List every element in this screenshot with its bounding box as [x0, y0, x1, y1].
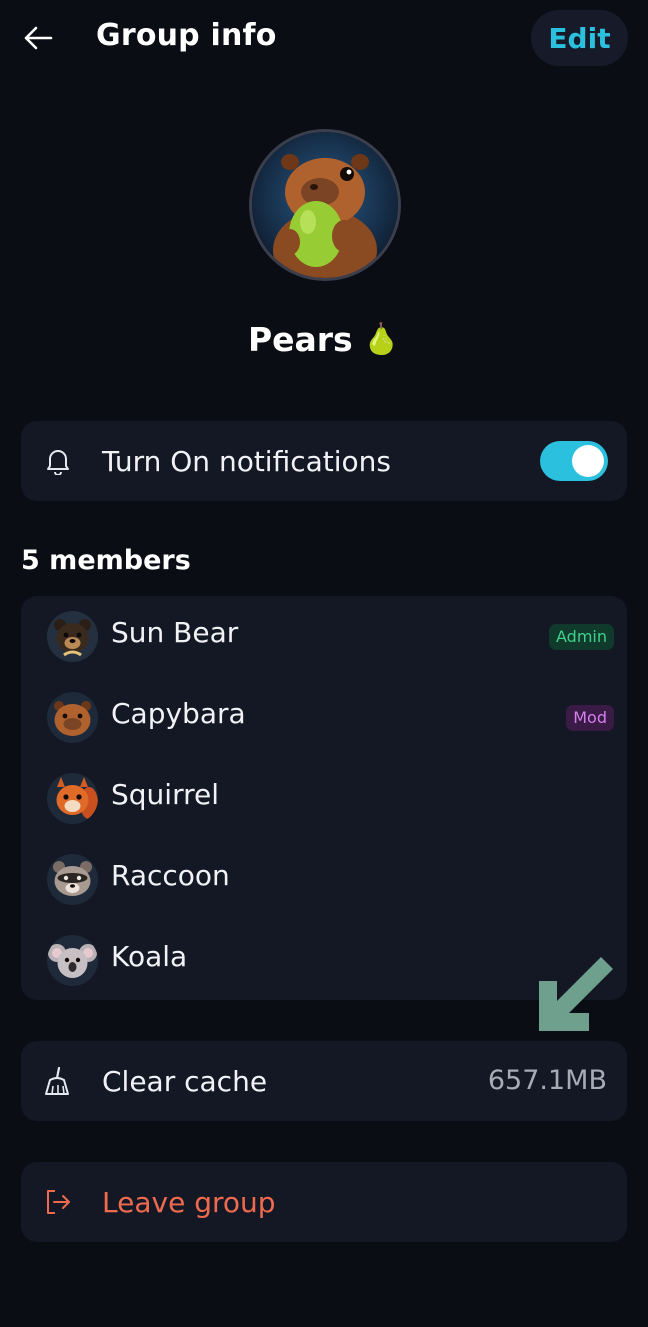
back-button[interactable]: [18, 20, 58, 56]
page-title: Group info: [96, 18, 277, 53]
group-avatar[interactable]: [249, 129, 401, 281]
bell-icon: [43, 446, 73, 476]
avatar-raccoon: [47, 854, 98, 905]
members-heading: 5 members: [21, 545, 191, 576]
leave-group-row[interactable]: Leave group: [21, 1162, 627, 1242]
broom-icon: [43, 1066, 73, 1096]
member-row-squirrel[interactable]: Squirrel: [21, 758, 627, 839]
member-name: Raccoon: [111, 859, 230, 892]
member-name: Squirrel: [111, 778, 219, 811]
member-name: Capybara: [111, 697, 246, 730]
avatar-koala: [47, 935, 98, 986]
avatar-sun-bear: [47, 611, 98, 662]
clear-cache-row[interactable]: Clear cache 657.1MB: [21, 1041, 627, 1121]
members-list: Sun Bear Admin Capybara Mod Squirrel Rac…: [21, 596, 627, 1000]
pear-emoji: 🍐: [362, 322, 401, 357]
member-name: Koala: [111, 940, 188, 973]
notifications-label: Turn On notifications: [102, 445, 391, 478]
toggle-knob: [572, 445, 604, 477]
cache-size: 657.1MB: [487, 1065, 607, 1096]
group-name-text: Pears: [247, 320, 353, 359]
mod-badge: Mod: [566, 705, 614, 731]
member-name: Sun Bear: [111, 616, 239, 649]
leave-group-label: Leave group: [102, 1186, 276, 1219]
member-row-capybara[interactable]: Capybara Mod: [21, 677, 627, 758]
avatar-squirrel: [47, 773, 98, 824]
notifications-row[interactable]: Turn On notifications: [21, 421, 627, 501]
group-name: Pears 🍐: [0, 320, 648, 359]
edit-button[interactable]: Edit: [531, 10, 628, 66]
app-header: Group info Edit: [0, 0, 648, 80]
arrow-left-icon: [24, 26, 53, 50]
clear-cache-label: Clear cache: [102, 1065, 268, 1098]
exit-icon: [43, 1187, 73, 1217]
member-row-sun-bear[interactable]: Sun Bear Admin: [21, 596, 627, 677]
notifications-toggle[interactable]: [540, 441, 608, 481]
arrow-down-left-icon: [539, 957, 613, 1031]
member-row-raccoon[interactable]: Raccoon: [21, 839, 627, 920]
admin-badge: Admin: [549, 624, 614, 650]
avatar-capybara: [47, 692, 98, 743]
